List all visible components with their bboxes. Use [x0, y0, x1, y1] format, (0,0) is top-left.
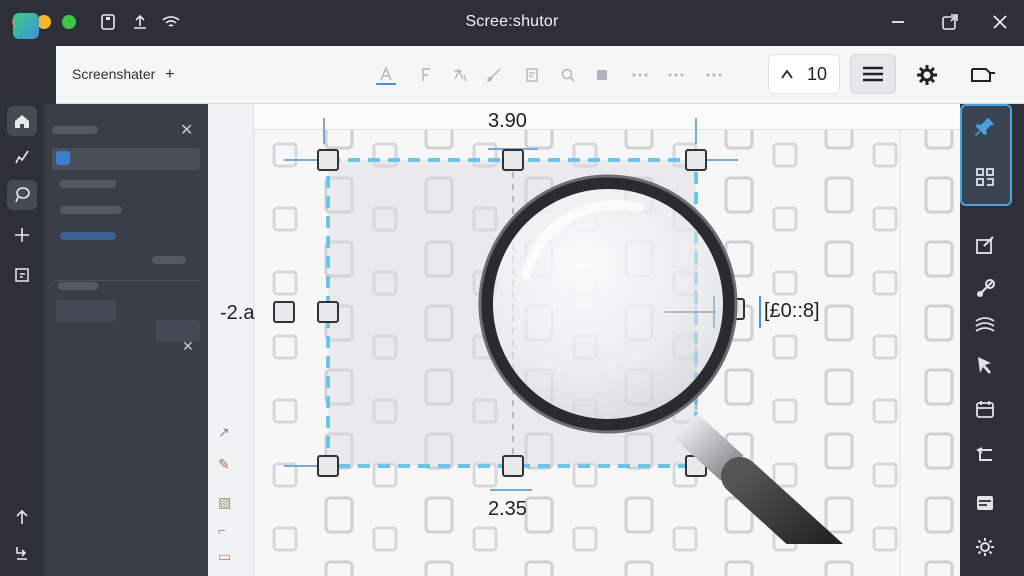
- text-tool-icon[interactable]: [376, 65, 396, 85]
- pointer-icon[interactable]: [972, 352, 998, 378]
- calendar-icon[interactable]: [972, 396, 998, 422]
- field-close-icon[interactable]: ✕: [182, 338, 194, 355]
- blurred-label: [58, 282, 98, 290]
- blurred-field[interactable]: [56, 300, 116, 322]
- pin-icon[interactable]: [972, 114, 998, 140]
- resize-handle-top-left[interactable]: [317, 149, 339, 171]
- search-icon[interactable]: [558, 65, 578, 85]
- top-width-label: 3.90: [488, 110, 527, 132]
- export-icon[interactable]: [7, 260, 37, 290]
- menu-button[interactable]: [850, 54, 896, 94]
- font-tool-icon[interactable]: [416, 65, 436, 85]
- right-tool-rail: [960, 104, 1024, 576]
- more-tools-icon-2[interactable]: [666, 65, 686, 85]
- wave-icon[interactable]: [972, 312, 998, 338]
- app-logo: [13, 13, 39, 39]
- resize-handle-bottom-left[interactable]: [317, 455, 339, 477]
- document-tab-label: Screenshater: [72, 66, 156, 82]
- panel-divider: [54, 280, 200, 281]
- zoom-control[interactable]: 10: [768, 54, 840, 94]
- more-tools-icon-3[interactable]: [704, 65, 724, 85]
- home-icon[interactable]: [7, 106, 37, 136]
- undo-icon[interactable]: [972, 442, 998, 468]
- title-bar: Scree:shutor: [0, 0, 1024, 46]
- layer-row-blurred[interactable]: [60, 206, 122, 214]
- translate-tool-icon[interactable]: [450, 65, 470, 85]
- logo-area: [44, 46, 56, 104]
- capture-icon[interactable]: [968, 62, 998, 88]
- canvas-area[interactable]: ↗ ✎ ▧ ⌐ ▭ 3.90 2.35 -2.a [£0::8]: [208, 104, 960, 576]
- crop-tool-icon[interactable]: [522, 65, 542, 85]
- more-tools-icon-1[interactable]: [630, 65, 650, 85]
- link-icon[interactable]: [972, 276, 998, 302]
- share-icon[interactable]: [7, 538, 37, 568]
- layer-row-selected[interactable]: [52, 148, 200, 170]
- fill-tool-icon[interactable]: [592, 65, 612, 85]
- offset-handle-left[interactable]: [273, 301, 295, 323]
- settings-gear-icon[interactable]: [914, 62, 940, 88]
- move-icon[interactable]: [7, 220, 37, 250]
- magnifier-icon: [478, 174, 844, 544]
- minimize-icon[interactable]: [888, 12, 908, 32]
- lasso-icon[interactable]: [7, 180, 37, 210]
- layer-row-blurred[interactable]: [60, 232, 116, 240]
- layer-row-blurred[interactable]: [60, 180, 116, 188]
- add-tab-icon[interactable]: +: [165, 66, 174, 83]
- pen-icon[interactable]: [7, 142, 37, 172]
- zoom-chevron-icon: [781, 69, 793, 79]
- hamburger-icon: [863, 66, 883, 82]
- close-icon[interactable]: [990, 12, 1010, 32]
- arrow-up-icon[interactable]: [7, 502, 37, 532]
- panel-close-icon[interactable]: ✕: [180, 120, 193, 140]
- window-title: Scree:shutor: [465, 13, 559, 30]
- card-icon[interactable]: [972, 490, 998, 516]
- document-tab[interactable]: Screenshater +: [72, 66, 175, 84]
- qr-icon[interactable]: [972, 164, 998, 190]
- left-tool-rail: [0, 46, 44, 576]
- app-window: Scree:shutor Screenshater + 10 ✕ ✕ ↗ ✎ ▧…: [0, 0, 1024, 576]
- layers-panel: ✕ ✕: [44, 104, 208, 576]
- resize-handle-left[interactable]: [317, 301, 339, 323]
- layer-actions-blurred[interactable]: [152, 256, 186, 264]
- left-offset-label: -2.a: [220, 302, 255, 324]
- zoom-value: 10: [806, 63, 828, 84]
- brush-tool-icon[interactable]: [484, 65, 504, 85]
- gear-icon[interactable]: [972, 534, 998, 560]
- popout-icon[interactable]: [940, 12, 960, 32]
- edit-icon[interactable]: [972, 232, 998, 258]
- toolbar: Screenshater + 10: [56, 46, 1024, 104]
- layer-thumb-icon: [56, 151, 70, 165]
- panel-blurred-header: [52, 126, 98, 134]
